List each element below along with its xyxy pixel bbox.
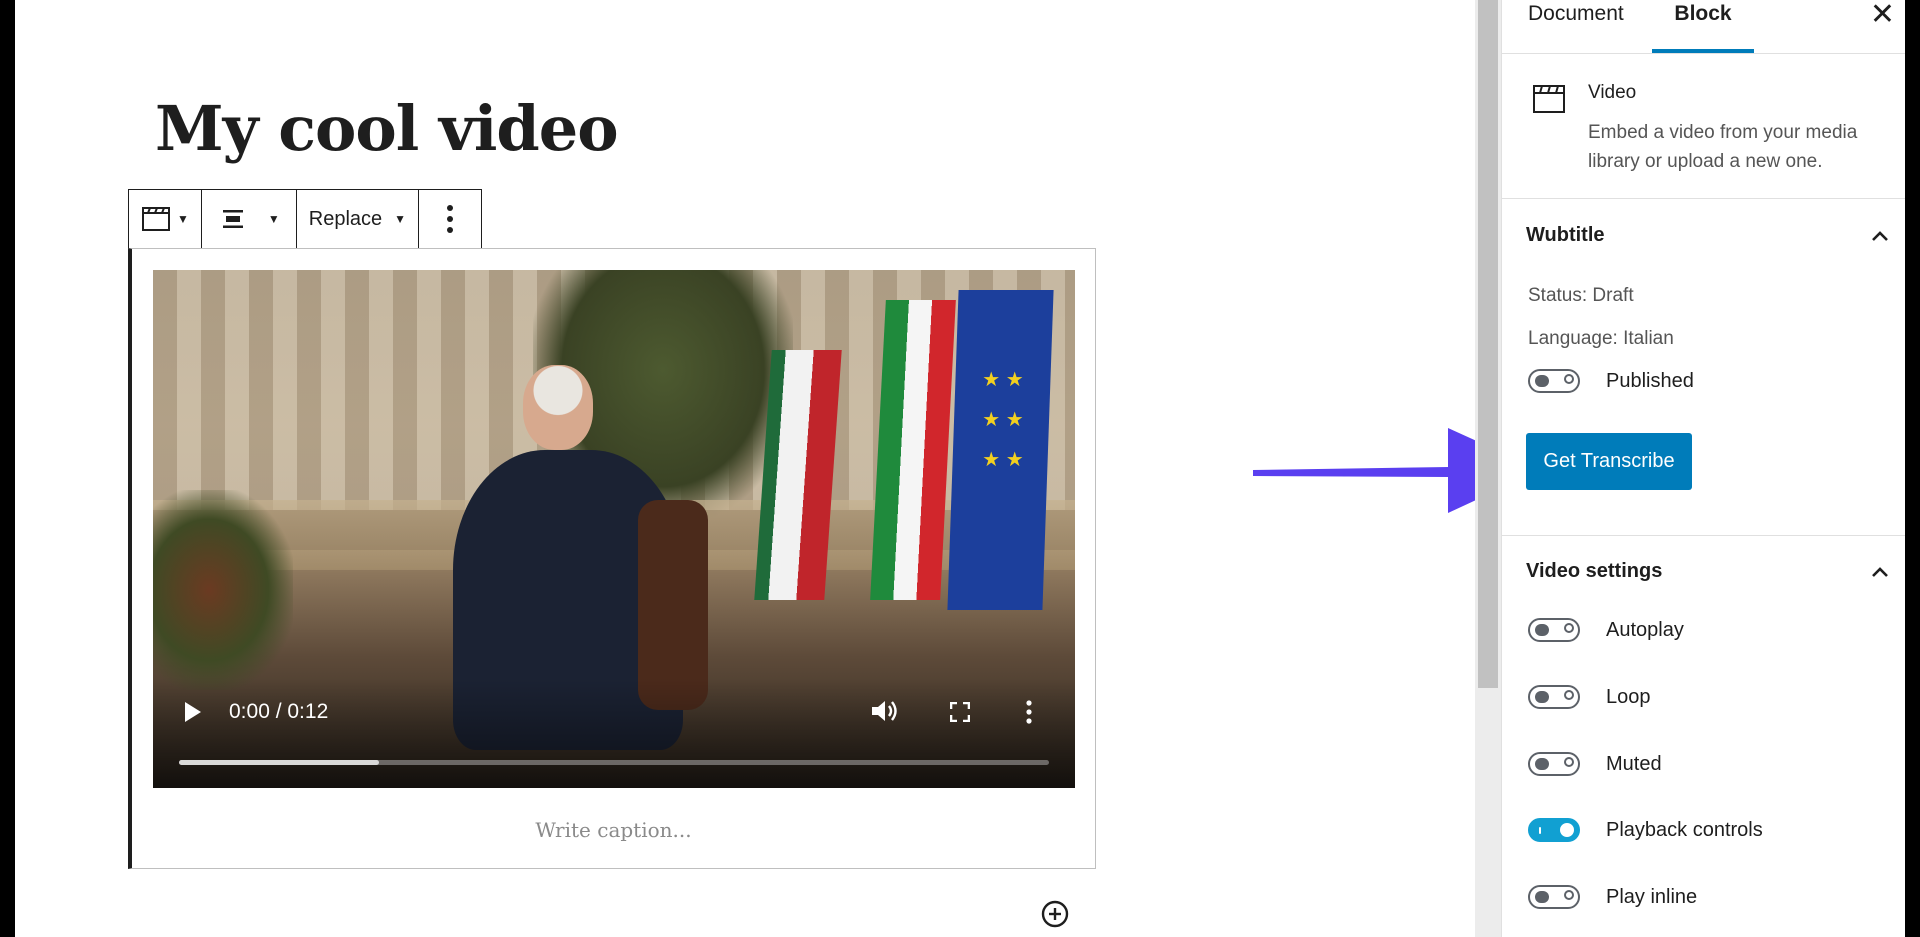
video-progress-bar[interactable] — [179, 760, 1049, 765]
video-settings-panel-title[interactable]: Video settings — [1526, 560, 1662, 583]
loop-toggle-row[interactable]: Loop — [1528, 682, 1651, 712]
replace-label: Replace — [308, 207, 383, 230]
block-card-title: Video — [1588, 82, 1637, 103]
muted-label: Muted — [1606, 752, 1662, 775]
muted-toggle-row[interactable]: Muted — [1528, 749, 1662, 779]
close-icon[interactable]: ✕ — [1870, 0, 1895, 30]
editor-canvas: My cool video ▼ ▼ Replace ▼ ★ ★ ★ ★ ★ ★ … — [15, 0, 1475, 937]
fullscreen-icon[interactable] — [950, 702, 970, 722]
replace-button[interactable]: Replace ▼ — [297, 190, 418, 248]
wubtitle-panel-title[interactable]: Wubtitle — [1526, 224, 1605, 247]
video-controls-overlay — [153, 678, 1075, 788]
play-inline-toggle-row[interactable]: Play inline — [1528, 882, 1697, 912]
video-progress-fill — [179, 760, 380, 765]
published-toggle-row[interactable]: Published — [1528, 366, 1694, 396]
playback-controls-label: Playback controls — [1606, 818, 1763, 841]
autoplay-toggle[interactable] — [1528, 618, 1580, 642]
video-scene-stars: ★ ★ ★ ★ ★ ★ — [982, 369, 1024, 471]
alignment-group: ▼ — [202, 190, 297, 248]
block-toolbar: ▼ ▼ Replace ▼ — [128, 189, 483, 249]
pointer-arrow-icon — [1253, 428, 1475, 513]
chevron-down-icon: ▼ — [177, 212, 189, 226]
muted-toggle[interactable] — [1528, 752, 1580, 776]
add-block-icon[interactable] — [1041, 900, 1069, 928]
subtitle-language: Language: Italian — [1528, 328, 1674, 349]
volume-icon[interactable] — [870, 698, 898, 724]
more-options-group — [419, 190, 481, 248]
align-center-icon — [222, 210, 243, 228]
published-toggle[interactable] — [1528, 369, 1580, 393]
subtitle-status: Status: Draft — [1528, 285, 1634, 306]
play-inline-toggle[interactable] — [1528, 885, 1580, 909]
video-icon — [142, 207, 170, 231]
replace-group: Replace ▼ — [297, 190, 420, 248]
autoplay-label: Autoplay — [1606, 618, 1684, 641]
vertical-ellipsis-icon — [447, 205, 454, 233]
editor-scrollbar[interactable] — [1475, 0, 1501, 937]
loop-label: Loop — [1606, 685, 1651, 708]
sidebar-tabs: Document Block ✕ — [1502, 0, 1905, 54]
more-options-button[interactable] — [419, 190, 481, 248]
post-title[interactable]: My cool video — [155, 98, 619, 160]
loop-toggle[interactable] — [1528, 685, 1580, 709]
panel-divider — [1502, 535, 1905, 536]
caption-field[interactable]: Write caption... — [132, 818, 1095, 842]
video-scene-plants — [153, 490, 293, 690]
scrollbar-thumb[interactable] — [1478, 0, 1498, 688]
tab-document[interactable]: Document — [1528, 0, 1624, 53]
play-icon[interactable] — [183, 700, 203, 724]
tab-block[interactable]: Block — [1652, 0, 1754, 53]
play-inline-label: Play inline — [1606, 885, 1698, 908]
block-type-button[interactable]: ▼ — [129, 190, 201, 248]
align-button[interactable]: ▼ — [202, 190, 296, 248]
chevron-up-icon[interactable] — [1869, 561, 1891, 583]
chevron-down-icon: ▼ — [394, 212, 407, 226]
block-card-description: Embed a video from your media library or… — [1588, 122, 1858, 172]
video-more-icon[interactable] — [1026, 700, 1032, 724]
playback-controls-toggle-row[interactable]: Playback controls — [1528, 815, 1763, 845]
playback-controls-toggle[interactable] — [1528, 818, 1580, 842]
chevron-up-icon[interactable] — [1869, 225, 1891, 247]
video-time: 0:00 / 0:12 — [229, 700, 329, 723]
video-player[interactable]: ★ ★ ★ ★ ★ ★ 0:00 / 0:12 — [153, 270, 1075, 788]
video-scene-person-head — [523, 365, 593, 450]
get-transcribe-button[interactable]: Get Transcribe — [1526, 433, 1692, 490]
block-switcher-group: ▼ — [129, 190, 202, 248]
video-block[interactable]: ★ ★ ★ ★ ★ ★ 0:00 / 0:12 Write caption... — [128, 248, 1096, 869]
block-card: Video Embed a video from your media libr… — [1502, 54, 1905, 199]
published-label: Published — [1606, 369, 1694, 392]
settings-sidebar: Document Block ✕ Video Embed a video fro… — [1501, 0, 1905, 937]
chevron-down-icon: ▼ — [267, 212, 280, 226]
autoplay-toggle-row[interactable]: Autoplay — [1528, 615, 1684, 645]
video-icon — [1533, 85, 1565, 113]
